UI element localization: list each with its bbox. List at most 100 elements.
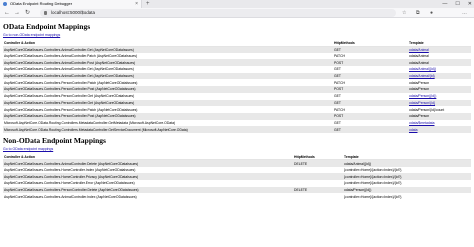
- favicon-icon: [3, 2, 7, 6]
- method-cell: GET: [333, 72, 408, 80]
- template-link[interactable]: odata/Animal/{id}: [409, 74, 435, 78]
- non-odata-title: Non-OData Endpoint Mappings: [3, 135, 106, 145]
- odata-title: OData Endpoint Mappings: [3, 22, 91, 31]
- table-row: AspNetCoreOData\Issues.Controllers.HomeC…: [3, 173, 471, 180]
- action-cell: Microsoft.AspNetCore.OData.Routing.Contr…: [3, 119, 333, 127]
- non-odata-table: Controller & Action HttpMethods Template…: [3, 153, 471, 201]
- profile-icon[interactable]: ●: [430, 8, 433, 18]
- template-cell: {controller=Home}/{action=Index}/{id?}: [343, 180, 471, 187]
- table-row: AspNetCoreOData\Issues.Controllers.Anima…: [3, 193, 471, 201]
- table-row: AspNetCoreOData\Issues.Controllers.Perso…: [3, 86, 471, 93]
- minimize-button[interactable]: —: [442, 0, 447, 8]
- template-cell: odata/Animal: [408, 52, 471, 60]
- collections-icon[interactable]: ⧉: [416, 8, 420, 18]
- template-cell: odata/Person({id}): [343, 186, 471, 194]
- method-cell: [293, 173, 343, 180]
- template-cell: {controller=Home}/{action=Index}/{id?}: [343, 173, 471, 180]
- table-row: AspNetCoreOData\Issues.Controllers.HomeC…: [3, 166, 471, 174]
- url-field[interactable]: localhost:5000/$odata: [40, 9, 396, 17]
- method-cell: GET: [333, 92, 408, 100]
- template-cell: odata: [408, 126, 471, 133]
- method-cell: [293, 180, 343, 187]
- table-row: AspNetCoreOData\Issues.Controllers.Anima…: [3, 52, 471, 60]
- browser-tab[interactable]: OData Endpoint Routing Debugger ×: [0, 0, 142, 8]
- close-window-button[interactable]: ✕: [468, 0, 472, 8]
- reload-icon[interactable]: ↻: [25, 8, 30, 18]
- tab-bar: OData Endpoint Routing Debugger × + — ☐ …: [0, 0, 474, 8]
- method-cell: GET: [333, 126, 408, 133]
- page-content: OData Endpoint Mappings Go to non-OData …: [3, 19, 471, 201]
- template-cell: odata/Person/{id}/count: [408, 106, 471, 113]
- address-bar: ← → ↻ localhost:5000/$odata ☆ ⧉ ● …: [0, 8, 474, 18]
- method-cell: GET: [333, 99, 408, 107]
- template-link[interactable]: odata/Person/{id}: [409, 101, 435, 105]
- method-cell: GET: [333, 46, 408, 53]
- forward-icon[interactable]: →: [14, 8, 20, 18]
- action-cell: AspNetCoreOData\Issues.Controllers.Anima…: [3, 59, 333, 67]
- action-cell: Microsoft.AspNetCore.OData.Routing.Contr…: [3, 126, 333, 133]
- action-cell: AspNetCoreOData\Issues.Controllers.Perso…: [3, 86, 333, 93]
- method-cell: [293, 193, 343, 201]
- template-cell: odata/Person: [408, 86, 471, 93]
- odata-table-body: AspNetCoreOData\Issues.Controllers.Anima…: [3, 46, 471, 133]
- back-icon[interactable]: ←: [4, 8, 10, 18]
- table-row: AspNetCoreOData\Issues.Controllers.Anima…: [3, 66, 471, 73]
- action-cell: AspNetCoreOData\Issues.Controllers.Perso…: [3, 99, 333, 107]
- template-cell: odata/Person({id}): [408, 92, 471, 100]
- template-link[interactable]: odata/Animal({id}): [409, 67, 436, 71]
- more-icon[interactable]: …: [462, 8, 467, 18]
- template-cell: odata/Animal({id}): [343, 159, 471, 167]
- template-link[interactable]: odata/$metadata: [409, 121, 434, 125]
- template-cell: odata/Animal: [408, 59, 471, 67]
- method-cell: PATCH: [333, 106, 408, 113]
- maximize-button[interactable]: ☐: [455, 0, 459, 8]
- method-cell: [293, 166, 343, 174]
- action-cell: AspNetCoreOData\Issues.Controllers.Perso…: [3, 79, 333, 87]
- info-icon[interactable]: [44, 11, 47, 15]
- action-cell: AspNetCoreOData\Issues.Controllers.Anima…: [3, 159, 293, 167]
- tab-title: OData Endpoint Routing Debugger: [10, 1, 73, 6]
- non-odata-link[interactable]: Go to non-OData endpoint mappings: [3, 33, 471, 38]
- action-cell: AspNetCoreOData\Issues.Controllers.Anima…: [3, 193, 293, 201]
- table-row: AspNetCoreOData\Issues.Controllers.Perso…: [3, 112, 471, 120]
- action-cell: AspNetCoreOData\Issues.Controllers.Perso…: [3, 92, 333, 100]
- non-odata-table-body: AspNetCoreOData\Issues.Controllers.Anima…: [3, 159, 471, 201]
- action-cell: AspNetCoreOData\Issues.Controllers.Perso…: [3, 112, 333, 120]
- table-row: AspNetCoreOData\Issues.Controllers.Perso…: [3, 92, 471, 100]
- template-cell: {controller=Home}/{action=Index}/{id?}: [343, 166, 471, 174]
- url-text: localhost:5000/$odata: [51, 10, 96, 15]
- method-cell: POST: [333, 59, 408, 67]
- template-cell: odata/Animal/{id}: [408, 72, 471, 80]
- table-row: AspNetCoreOData\Issues.Controllers.Anima…: [3, 46, 471, 53]
- template-cell: odata/Animal({id}): [408, 66, 471, 73]
- action-cell: AspNetCoreOData\Issues.Controllers.HomeC…: [3, 180, 293, 187]
- method-cell: GET: [333, 119, 408, 127]
- table-row: AspNetCoreOData\Issues.Controllers.Perso…: [3, 186, 471, 194]
- template-cell: odata/Animal: [408, 46, 471, 53]
- method-cell: PATCH: [333, 79, 408, 87]
- method-cell: DELETE: [293, 159, 343, 167]
- template-link[interactable]: odata/Person({id}): [409, 94, 436, 98]
- odata-table: Controller & Action HttpMethods Template…: [3, 40, 471, 133]
- method-cell: GET: [333, 66, 408, 73]
- template-link[interactable]: odata: [409, 128, 418, 132]
- template-cell: odata/Person: [408, 112, 471, 120]
- action-cell: AspNetCoreOData\Issues.Controllers.Anima…: [3, 46, 333, 53]
- template-link[interactable]: odata/Animal: [409, 48, 429, 52]
- method-cell: POST: [333, 112, 408, 120]
- window-controls: — ☐ ✕: [442, 0, 472, 8]
- action-cell: AspNetCoreOData\Issues.Controllers.Anima…: [3, 72, 333, 80]
- favorite-icon[interactable]: ☆: [402, 8, 406, 18]
- template-cell: odata/Person: [408, 79, 471, 87]
- new-tab-button[interactable]: +: [146, 0, 150, 8]
- action-cell: AspNetCoreOData\Issues.Controllers.Perso…: [3, 186, 293, 194]
- method-cell: POST: [333, 86, 408, 93]
- template-cell: odata/Person/{id}: [408, 99, 471, 107]
- tab-close-icon[interactable]: ×: [135, 0, 138, 8]
- odata-link[interactable]: Go to OData endpoint mappings: [3, 147, 471, 152]
- table-row: AspNetCoreOData\Issues.Controllers.Anima…: [3, 72, 471, 80]
- template-cell: {controller=Home}/{action=Index}/{id?}: [343, 193, 471, 201]
- table-row: Microsoft.AspNetCore.OData.Routing.Contr…: [3, 126, 471, 133]
- action-cell: AspNetCoreOData\Issues.Controllers.Perso…: [3, 106, 333, 113]
- table-row: AspNetCoreOData\Issues.Controllers.Perso…: [3, 79, 471, 87]
